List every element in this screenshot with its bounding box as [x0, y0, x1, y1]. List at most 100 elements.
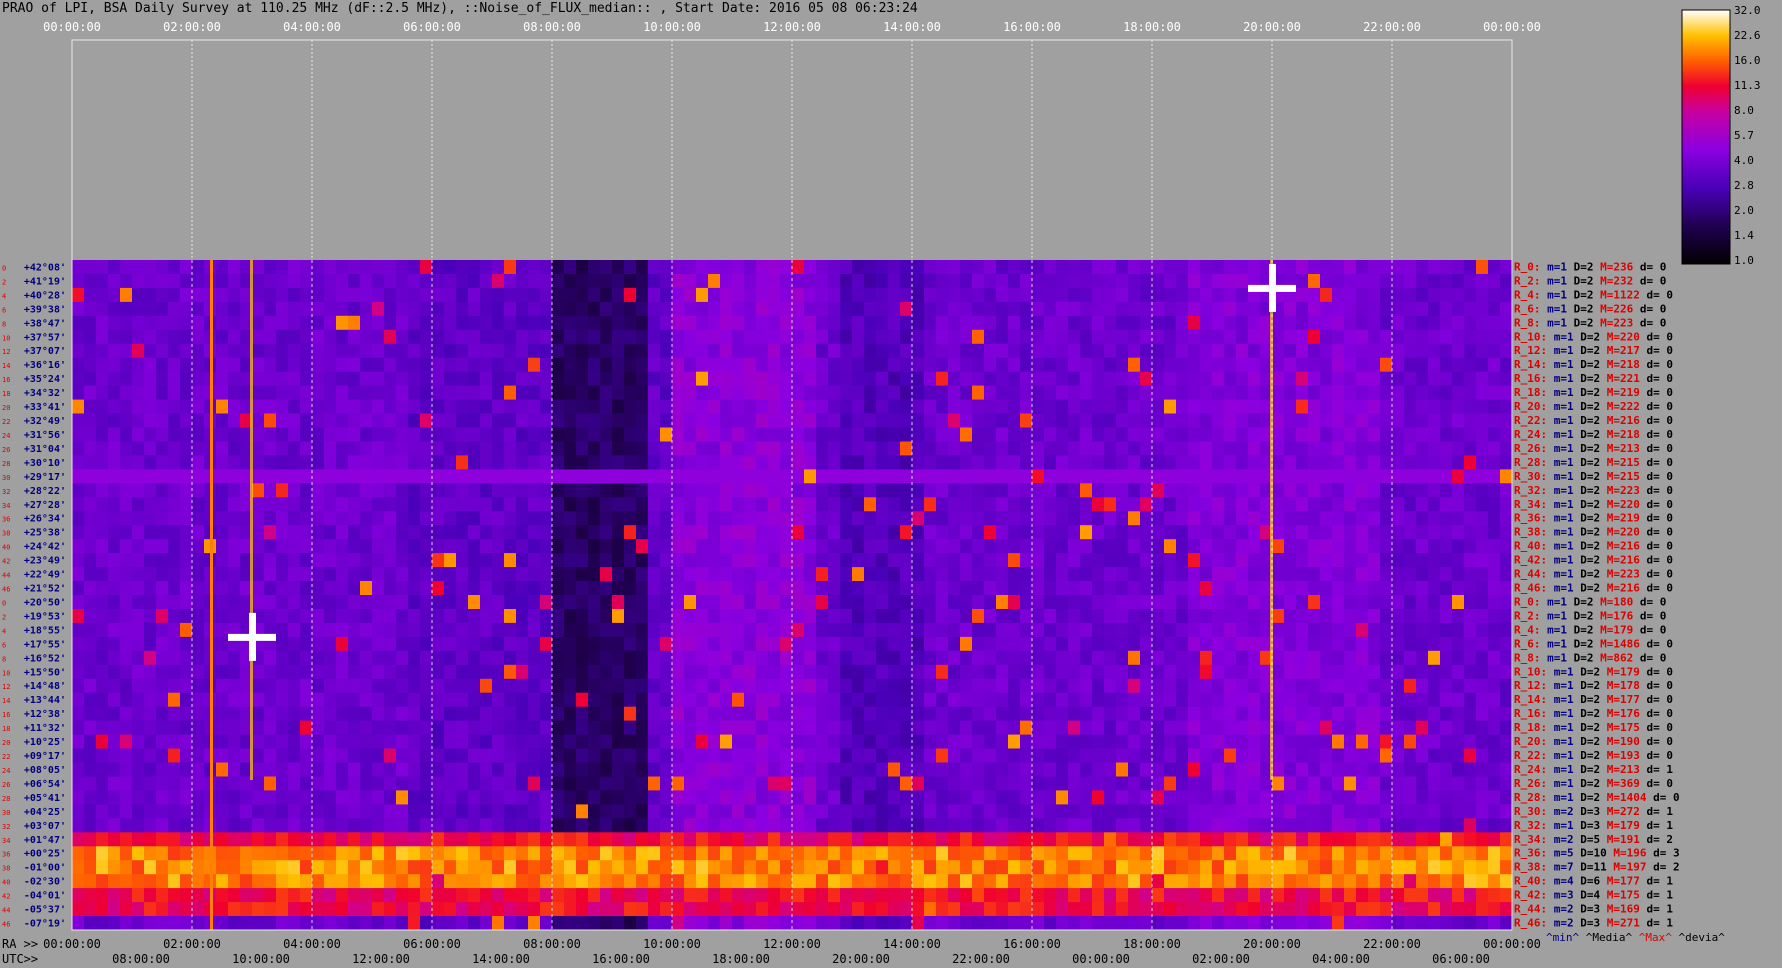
heatmap-cell [348, 678, 361, 694]
heatmap-cell [684, 581, 697, 596]
heatmap-cell [876, 567, 889, 582]
heatmap-cell [1320, 274, 1333, 289]
heatmap-cell [480, 497, 493, 512]
heatmap-cell [996, 567, 1009, 582]
heatmap-cell [1332, 720, 1345, 735]
heatmap-cell [468, 776, 481, 791]
heatmap-cell [816, 260, 829, 275]
heatmap-cell [1068, 483, 1081, 498]
heatmap-cell [984, 706, 997, 722]
heatmap-cell [144, 469, 157, 484]
heatmap-cell [1236, 455, 1249, 470]
heatmap-cell [432, 399, 445, 414]
heatmap-cell [468, 706, 481, 722]
heatmap-cell [756, 748, 769, 763]
heatmap-cell [1008, 441, 1021, 456]
heatmap-cell [360, 497, 373, 512]
heatmap-cell [1488, 441, 1501, 456]
heatmap-cell [864, 748, 877, 763]
heatmap-cell [216, 469, 229, 484]
heatmap-cell [1140, 650, 1153, 666]
heatmap-cell [528, 706, 541, 722]
heatmap-cell [456, 818, 469, 833]
heatmap-cell [636, 260, 649, 275]
heatmap-cell [492, 469, 505, 484]
heatmap-cell [168, 581, 181, 596]
heatmap-cell [660, 274, 673, 289]
heatmap-cell [168, 776, 181, 791]
heatmap-cell [132, 734, 145, 749]
heatmap-cell [1476, 636, 1489, 652]
heatmap-cell [648, 301, 661, 317]
heatmap-cell [132, 287, 145, 303]
heatmap-cell [708, 483, 721, 498]
heatmap-cell [600, 301, 613, 317]
heatmap-cell [804, 692, 817, 708]
heatmap-cell [612, 260, 625, 275]
heatmap-cell [1344, 581, 1357, 596]
heatmap-cell [192, 650, 205, 666]
heatmap-cell [1296, 469, 1309, 484]
heatmap-cell [1248, 622, 1261, 638]
heatmap-cell [924, 567, 937, 582]
heatmap-cell [216, 636, 229, 652]
heatmap-cell [684, 748, 697, 763]
heatmap-cell [516, 385, 529, 400]
heatmap-cell [660, 399, 673, 414]
heatmap-cell [984, 720, 997, 735]
heatmap-cell [432, 692, 445, 708]
heatmap-cell [1116, 790, 1129, 805]
heatmap-cell [1308, 818, 1321, 833]
heatmap-cell [1188, 790, 1201, 805]
heatmap-cell [540, 287, 553, 303]
heatmap-cell [1116, 650, 1129, 666]
heatmap-cell [1356, 734, 1369, 749]
heatmap-cell [684, 609, 697, 624]
heatmap-cell [768, 511, 781, 526]
heatmap-cell [696, 371, 709, 387]
heatmap-cell [1044, 260, 1057, 275]
heatmap-cell [696, 274, 709, 289]
heatmap-cell [1464, 497, 1477, 512]
heatmap-cell [108, 678, 121, 694]
heatmap-cell [336, 399, 349, 414]
heatmap-cell [540, 664, 553, 680]
heatmap-cell [1308, 581, 1321, 596]
heatmap-cell [480, 469, 493, 484]
heatmap-cell [372, 385, 385, 400]
heatmap-cell [504, 287, 517, 303]
heatmap-cell [1032, 274, 1045, 289]
heatmap-cell [384, 329, 397, 345]
heatmap-cell [528, 343, 541, 359]
heatmap-cell [972, 748, 985, 763]
heatmap-cell [1128, 595, 1141, 610]
heatmap-cell [552, 622, 565, 638]
heatmap-cell [888, 469, 901, 484]
heatmap-cell [840, 678, 853, 694]
heatmap-cell [144, 609, 157, 624]
heatmap-cell [1488, 274, 1501, 289]
heatmap-cell [1164, 622, 1177, 638]
heatmap-cell [348, 483, 361, 498]
heatmap-cell [1032, 692, 1045, 708]
heatmap-cell [528, 748, 541, 763]
heatmap-cell [336, 762, 349, 777]
heatmap-cell [1200, 664, 1213, 680]
heatmap-cell [1416, 497, 1429, 512]
heatmap-cell [348, 497, 361, 512]
heatmap-cell [1332, 385, 1345, 400]
heatmap-cell [852, 804, 865, 819]
heatmap-cell [612, 595, 625, 610]
heatmap-cell [1104, 595, 1117, 610]
heatmap-cell [1044, 539, 1057, 554]
heatmap-cell [372, 692, 385, 708]
heatmap-cell [1368, 720, 1381, 735]
heatmap-cell [1068, 609, 1081, 624]
heatmap-cell [1176, 357, 1189, 373]
heatmap-cell [648, 553, 661, 568]
heatmap-cell [1140, 511, 1153, 526]
heatmap-cell [1404, 776, 1417, 791]
heatmap-cell [312, 678, 325, 694]
heatmap-cell [144, 650, 157, 666]
heatmap-cell [612, 581, 625, 596]
